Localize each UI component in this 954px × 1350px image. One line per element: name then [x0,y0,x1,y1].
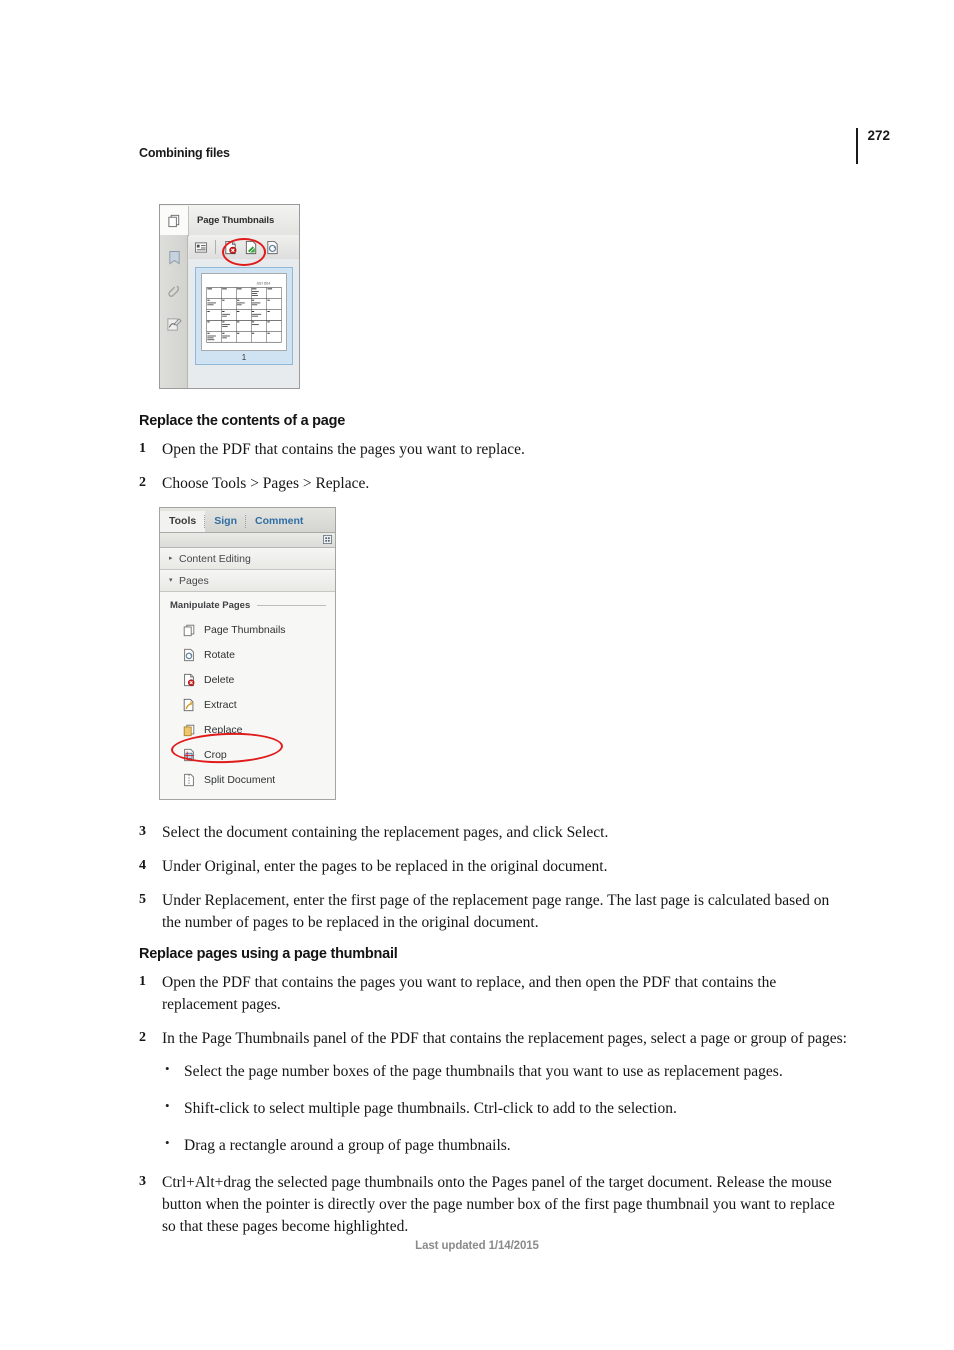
step-number: 3 [139,1174,146,1189]
figure-page-thumbnails-panel: Page Thumbnails JULY 2014 1 [159,204,300,389]
menu-item-split-document[interactable]: Split Document [160,767,335,792]
menu-item-extract[interactable]: Extract [160,692,335,717]
thumbnail-scroll-area[interactable]: JULY 2014 1 [189,259,299,388]
step-text: In the Page Thumbnails panel of the PDF … [162,1030,847,1047]
step-text: Open the PDF that contains the pages you… [162,974,777,1013]
list-item: 2 Choose Tools > Pages > Replace. [139,473,851,495]
tools-panel-tabbar: Tools Sign Comment [160,508,335,533]
list-item: 3 Select the document containing the rep… [139,822,851,844]
step-text: Open the PDF that contains the pages you… [162,441,525,458]
group-label-text: Manipulate Pages [170,600,251,611]
menu-item-label: Replace [204,723,243,736]
step-number: 4 [139,858,146,873]
toolbar-separator [215,240,216,254]
sub-bullet-list: Select the page number boxes of the page… [162,1060,851,1157]
attachments-icon[interactable] [160,275,188,308]
group-divider [257,605,326,606]
figure-tools-panel: Tools Sign Comment ▸ Content Editing ▾ P… [159,507,336,800]
menu-item-label: Extract [204,698,237,711]
list-item: 5 Under Replacement, enter the first pag… [139,890,851,934]
page-thumbnails-tab-icon[interactable] [160,205,189,235]
step-text: Under Original, enter the pages to be re… [162,858,608,875]
step-text: Under Replacement, enter the first page … [162,892,830,931]
signatures-icon[interactable] [160,308,188,341]
step-text: Select the document containing the repla… [162,824,609,841]
running-header: Combining files 272 [139,128,890,170]
rotate-icon [180,646,197,663]
steps-list-replace-thumbnail: 1 Open the PDF that contains the pages y… [139,972,851,1238]
tab-tools[interactable]: Tools [160,511,206,532]
accordion-content-editing[interactable]: ▸ Content Editing [160,548,335,570]
step-number: 2 [139,1030,146,1045]
menu-item-page-thumbnails[interactable]: Page Thumbnails [160,617,335,642]
page-title-secondary: Replace pages using a page thumbnail [139,946,398,962]
list-item: 2 In the Page Thumbnails panel of the PD… [139,1028,851,1157]
steps-list-replace-contents-cont: 3 Select the document containing the rep… [139,822,851,934]
replace-icon [180,721,197,738]
header-page-number-group: 272 [856,128,890,164]
panel-main-area: JULY 2014 1 [189,235,299,388]
step-number: 5 [139,892,146,907]
menu-item-replace[interactable]: Replace [160,717,335,742]
tools-accordion: ▸ Content Editing ▾ Pages [160,548,335,592]
thumbnails-toolbar [189,235,299,260]
crop-icon [180,746,197,763]
panel-titlebar: Page Thumbnails [160,205,299,236]
chevron-right-icon: ▸ [169,555,173,562]
menu-item-rotate[interactable]: Rotate [160,642,335,667]
menu-item-delete[interactable]: Delete [160,667,335,692]
split-document-icon [180,771,197,788]
step-number: 1 [139,974,146,989]
page-footer: Last updated 1/14/2015 [415,1240,539,1252]
thumbnail-page-label: 1 [241,353,247,362]
group-label-manipulate-pages: Manipulate Pages [160,600,335,611]
page-thumbnail-preview[interactable]: JULY 2014 [201,273,287,351]
tools-panel-optionsbar [160,533,335,548]
page-thumbnails-icon [180,621,197,638]
header-chapter-title: Combining files [139,146,230,160]
bookmarks-icon[interactable] [160,242,188,275]
chevron-down-icon: ▾ [169,577,173,584]
list-item: Select the page number boxes of the page… [162,1060,851,1083]
extract-icon [180,696,197,713]
menu-item-label: Split Document [204,773,276,786]
menu-item-label: Rotate [204,648,235,661]
list-item: Drag a rectangle around a group of page … [162,1134,851,1157]
panel-options-icon[interactable] [323,531,332,549]
step-number: 2 [139,475,146,490]
tools-pages-body: Manipulate Pages Page Thumbnails Rotate … [160,592,335,799]
list-item: 1 Open the PDF that contains the pages y… [139,439,851,461]
options-menu-icon[interactable] [192,238,210,257]
page-title: Replace the contents of a page [139,413,346,429]
menu-item-label: Delete [204,673,235,686]
list-item: 1 Open the PDF that contains the pages y… [139,972,851,1016]
step-text: Ctrl+Alt+drag the selected page thumbnai… [162,1174,835,1235]
panel-title-label: Page Thumbnails [197,214,275,226]
document-content: Page Thumbnails JULY 2014 1 Replace the … [139,200,851,1250]
list-item: 4 Under Original, enter the pages to be … [139,856,851,878]
thumbnail-selected-wrapper[interactable]: JULY 2014 1 [195,267,293,365]
extract-pages-icon[interactable] [242,238,260,257]
delete-pages-icon[interactable] [221,238,239,257]
accordion-pages[interactable]: ▾ Pages [160,570,335,592]
svg-text:JULY 2014: JULY 2014 [256,281,270,285]
panel-sidebar-rail [160,235,188,388]
list-item: Shift-click to select multiple page thum… [162,1097,851,1120]
accordion-label: Pages [179,574,209,587]
delete-icon [180,671,197,688]
page-number: 272 [867,128,890,143]
accordion-label: Content Editing [179,552,251,565]
step-text: Choose Tools > Pages > Replace. [162,475,370,492]
menu-item-crop[interactable]: Crop [160,742,335,767]
menu-item-label: Page Thumbnails [204,623,286,636]
tab-comment[interactable]: Comment [244,511,312,532]
steps-list-replace-contents: 1 Open the PDF that contains the pages y… [139,439,851,495]
list-item: 3 Ctrl+Alt+drag the selected page thumbn… [139,1172,851,1238]
menu-item-label: Crop [204,748,227,761]
step-number: 3 [139,824,146,839]
step-number: 1 [139,441,146,456]
header-divider-rule [856,128,859,164]
tab-sign[interactable]: Sign [204,511,246,532]
rotate-pages-icon[interactable] [263,238,281,257]
